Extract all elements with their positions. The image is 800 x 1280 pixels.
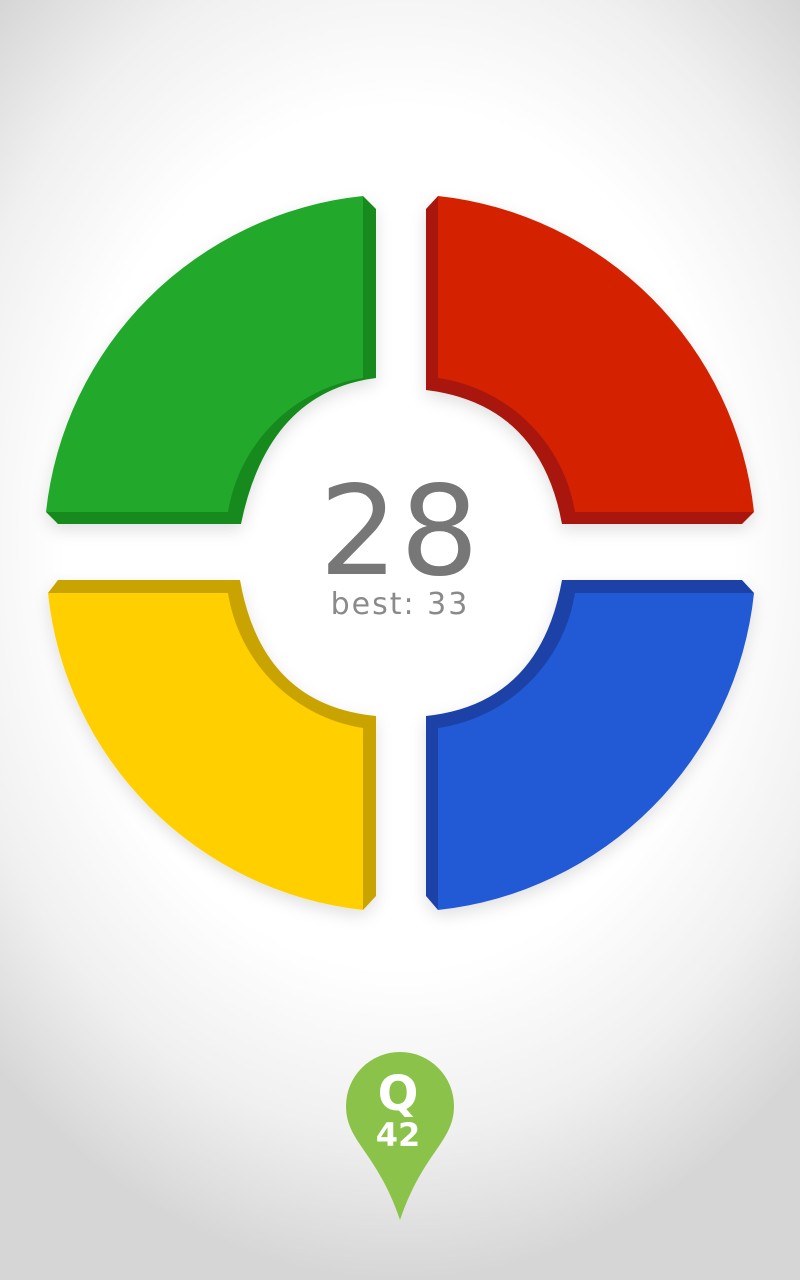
yellow-pad-face bbox=[48, 593, 363, 910]
blue-pad-face bbox=[438, 593, 754, 910]
logo-letter: Q bbox=[378, 1066, 419, 1122]
logo-number: 42 bbox=[376, 1116, 421, 1154]
map-pin-icon[interactable]: Q 42 bbox=[345, 1052, 455, 1222]
yellow-pad[interactable] bbox=[48, 580, 376, 910]
green-pad-face bbox=[46, 196, 363, 512]
red-pad[interactable] bbox=[426, 196, 754, 524]
red-pad-face bbox=[438, 196, 754, 512]
green-pad[interactable] bbox=[46, 196, 376, 524]
game-board bbox=[46, 196, 754, 910]
blue-pad[interactable] bbox=[426, 580, 754, 910]
